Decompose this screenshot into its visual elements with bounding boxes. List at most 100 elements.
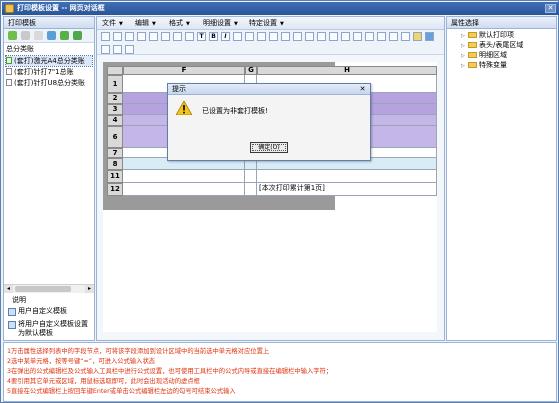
template-panel-title: 打印模板 [8,19,36,27]
property-node-special-vars[interactable]: ▷ 特殊变量 [461,61,507,70]
sheet-cell[interactable] [245,183,257,196]
page-view-icon[interactable] [101,45,110,54]
preview-icon[interactable] [149,32,158,41]
menu-edit[interactable]: 编辑 ▼ [135,19,156,29]
undo-icon[interactable] [161,32,170,41]
instruction-line: 4要引用其它单元或区域，用鼠标选取即可，此时会出现活动的虚点框 [7,378,200,385]
sheet-cell[interactable] [123,183,245,196]
alert-dialog-title: 提示 [172,85,186,93]
instruction-line: 1万击属性选择列表中的字段节点，可将该字段添加到设计区域中的当前选中单元格对应位… [7,348,270,355]
property-panel-title: 属性选择 [451,19,479,27]
template-item[interactable]: (套打)针打7"1总账 [6,67,92,77]
template-horizontal-scrollbar[interactable]: ◂ ▸ [4,284,94,293]
bold-icon[interactable]: B [209,32,218,41]
row-header[interactable]: 2 [107,93,123,104]
grid-view-icon[interactable] [113,45,122,54]
align-right-icon[interactable] [257,32,266,41]
menu-format[interactable]: 格式 ▼ [169,19,190,29]
print-preview-icon[interactable] [137,32,146,41]
filter-icon[interactable] [293,32,302,41]
expand-icon[interactable]: ▷ [461,52,466,61]
delete-template-icon[interactable] [34,31,43,40]
row-header[interactable]: 8 [107,158,123,170]
scroll-right-icon[interactable]: ▸ [85,285,94,293]
property-node-header-footer[interactable]: ▷ 表头/表尾区域 [461,41,523,50]
save-icon[interactable] [125,32,134,41]
page-setup-icon[interactable] [377,32,386,41]
alert-close-icon[interactable]: ✕ [358,85,367,94]
instruction-line: 2选中某单元格，按等号键“=”，可进入公式输入状态 [7,358,156,365]
copy-icon[interactable] [401,32,410,41]
menu-detail-settings[interactable]: 明细设置 ▼ [203,19,238,29]
property-node-default-print[interactable]: ▷ 默认打印项 [461,31,514,40]
template-toolbar [4,29,94,43]
italic-icon[interactable]: I [221,32,230,41]
sheet-cell[interactable] [245,170,257,183]
row-header[interactable]: 11 [107,170,123,183]
template-item[interactable]: (套打)针打U8总分类账 [6,78,92,88]
template-doc-icon [6,68,12,75]
template-panel-header: 打印模板 [4,17,94,29]
window-title: 打印模板设置 -- 网页对话框 [17,4,105,12]
grid-icon[interactable] [317,32,326,41]
redo-icon[interactable] [173,32,182,41]
expand-icon[interactable]: ▷ [461,42,466,51]
alert-message: 已设置为非套打模板! [202,107,268,115]
merge-cells-icon[interactable] [281,32,290,41]
folder-icon [468,32,477,38]
expand-icon[interactable]: ▷ [461,32,466,41]
new-template-icon[interactable] [8,31,17,40]
delete-column-icon[interactable] [365,32,374,41]
column-header-h[interactable]: H [257,66,437,75]
border-icon[interactable] [305,32,314,41]
new-document-icon[interactable] [101,32,110,41]
copy-template-icon[interactable] [47,31,56,40]
window-close-button[interactable]: ✕ [545,4,556,13]
menu-special-settings[interactable]: 特定设置 ▼ [249,19,284,29]
sheet-cell[interactable] [123,170,245,183]
text-icon[interactable]: T [197,32,206,41]
delete-row-icon[interactable] [353,32,362,41]
menu-file[interactable]: 文件 ▼ [102,19,123,29]
open-icon[interactable] [113,32,122,41]
instruction-line: 3在弹出的公式编辑栏及公式输入工具栏中进行公式设置，也可使用工具栏中的公式内导或… [7,368,333,375]
folder-icon[interactable] [413,32,422,41]
align-center-icon[interactable] [245,32,254,41]
set-default-label: 将用户自定义模板设置为默认模板 [18,320,88,337]
design-view-icon[interactable] [125,45,134,54]
property-node-detail-area[interactable]: ▷ 明细区域 [461,51,507,60]
scrollbar-thumb[interactable] [15,286,71,292]
column-header-f[interactable]: F [123,66,245,75]
insert-column-icon[interactable] [341,32,350,41]
footer-cell[interactable]: [本次打印累计第1页] [257,183,437,196]
scroll-left-icon[interactable]: ◂ [4,285,13,293]
zoom-icon[interactable] [389,32,398,41]
sheet-corner[interactable] [107,66,123,75]
design-area: 文件 ▼ 编辑 ▼ 格式 ▼ 明细设置 ▼ 特定设置 ▼ T B I F G H… [96,16,445,341]
format-painter-icon[interactable] [185,32,194,41]
sheet-cell[interactable] [257,170,437,183]
description-title: 说明 [12,296,26,304]
import-template-icon[interactable] [60,31,69,40]
warning-icon [176,101,192,115]
row-header[interactable]: 12 [107,183,123,196]
indent-icon[interactable] [269,32,278,41]
align-left-icon[interactable] [233,32,242,41]
insert-row-icon[interactable] [329,32,338,41]
export-template-icon[interactable] [73,31,82,40]
row-header[interactable]: 7 [107,148,123,158]
chevron-down-icon: ▼ [119,21,123,27]
column-header-g[interactable]: G [245,66,257,75]
template-item[interactable]: (套打)激光A4总分类账 [5,55,93,67]
edit-template-icon[interactable] [21,31,30,40]
property-node-label: 表头/表尾区域 [479,41,524,49]
row-header[interactable]: 3 [107,104,123,115]
chart-icon[interactable] [425,32,434,41]
menu-file-label: 文件 [102,19,116,27]
chevron-down-icon: ▼ [152,21,156,27]
expand-icon[interactable]: ▷ [461,62,466,71]
row-header[interactable]: 1 [107,75,123,93]
row-header[interactable]: 4 [107,115,123,126]
row-header[interactable]: 6 [107,126,123,148]
ok-button[interactable]: 确定(O) [250,142,288,153]
